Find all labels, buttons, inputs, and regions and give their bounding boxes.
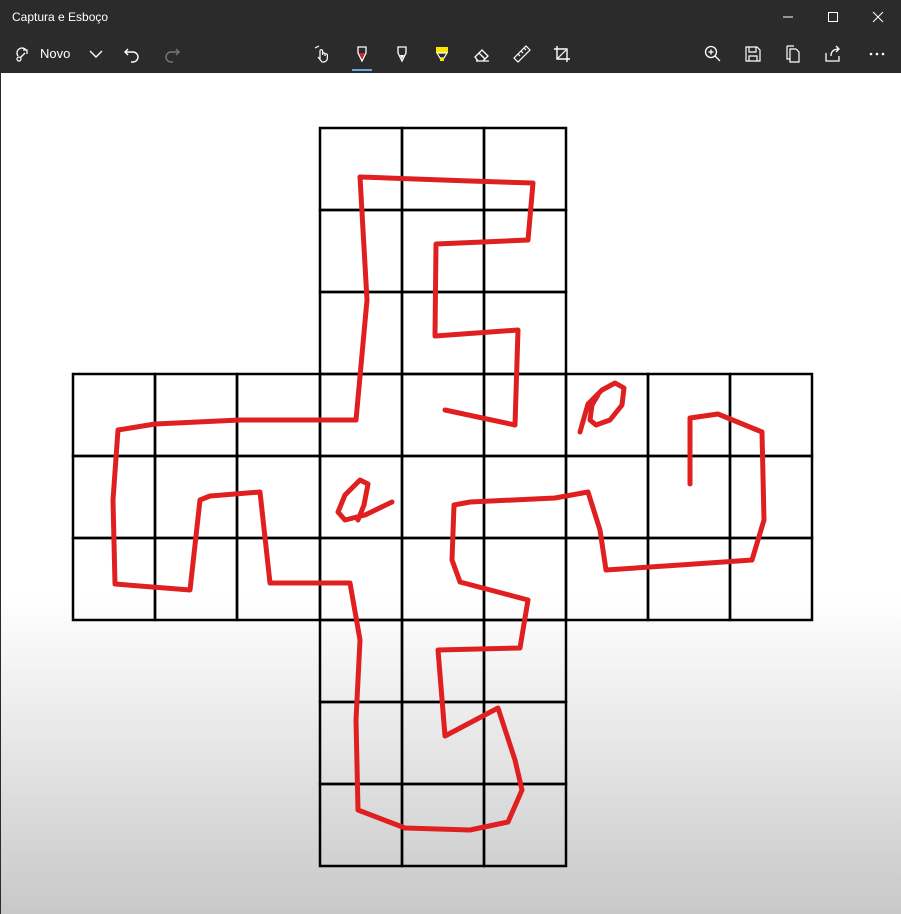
- ballpoint-pen-button[interactable]: [344, 34, 380, 73]
- grid-cell: [482, 700, 568, 786]
- ruler-button[interactable]: [504, 34, 540, 73]
- active-tool-indicator: [352, 69, 372, 71]
- toolbar: Novo: [0, 34, 901, 73]
- grid-cell: [400, 454, 486, 540]
- grid-cell: [400, 126, 486, 212]
- ballpoint-pen-icon: [357, 45, 367, 62]
- grid-cell: [400, 536, 486, 622]
- grid-cell: [728, 454, 814, 540]
- undo-icon: [124, 48, 139, 63]
- ink-scribble-left: [335, 477, 395, 523]
- pencil-icon: [397, 45, 407, 62]
- redo-button[interactable]: [154, 34, 190, 73]
- zoom-icon: [704, 45, 721, 61]
- save-button[interactable]: [735, 34, 771, 73]
- grid-cell: [318, 454, 404, 540]
- ruler-icon: [513, 44, 531, 63]
- maximize-icon: [828, 12, 838, 22]
- copy-icon: [786, 44, 800, 63]
- snip-image: [71, 126, 814, 868]
- grid-cell: [400, 208, 486, 294]
- new-snip-label: Novo: [40, 46, 71, 61]
- grid-cell: [646, 536, 732, 622]
- eraser-button[interactable]: [464, 34, 500, 73]
- touch-writing-button[interactable]: [304, 34, 340, 73]
- grid-cell: [728, 372, 814, 458]
- grid-cell: [728, 536, 814, 622]
- maximize-button[interactable]: [810, 0, 856, 34]
- snip-canvas[interactable]: [1, 73, 901, 914]
- undo-button[interactable]: [114, 34, 150, 73]
- eraser-icon: [474, 48, 489, 62]
- window-title: Captura e Esboço: [12, 10, 109, 24]
- close-icon: [872, 11, 884, 23]
- ink-scribble-right: [577, 380, 627, 435]
- grid-cell: [482, 126, 568, 212]
- grid-cell: [235, 372, 322, 458]
- save-icon: [745, 45, 761, 62]
- snip-sketch-window: Captura e Esboço Novo: [0, 0, 901, 914]
- cross-grid: [71, 126, 814, 868]
- more-button[interactable]: [859, 34, 895, 73]
- touch-writing-icon: [314, 44, 328, 63]
- ink-path-main: [110, 174, 767, 833]
- minimize-icon: [783, 16, 793, 18]
- grid-cell: [235, 536, 322, 622]
- chevron-down-icon: [89, 50, 103, 58]
- redo-icon: [165, 48, 180, 63]
- new-snip-dropdown[interactable]: [78, 34, 114, 73]
- grid-cell: [564, 454, 650, 540]
- new-snip-icon: [16, 46, 28, 62]
- share-icon: [825, 45, 840, 62]
- copy-button[interactable]: [775, 34, 811, 73]
- crop-button[interactable]: [544, 34, 580, 73]
- grid-cell: [400, 782, 486, 868]
- close-button[interactable]: [855, 0, 901, 34]
- zoom-button[interactable]: [695, 34, 731, 73]
- highlighter-button[interactable]: [424, 34, 460, 73]
- grid-cell: [482, 208, 568, 294]
- crop-icon: [554, 45, 570, 62]
- grid-cell: [235, 454, 322, 540]
- red-ink-strokes: [110, 174, 767, 833]
- title-bar: Captura e Esboço: [0, 0, 901, 34]
- grid-cell: [318, 536, 404, 622]
- grid-cell: [71, 372, 157, 458]
- highlighter-icon: [435, 46, 449, 61]
- grid-cell: [318, 700, 404, 786]
- grid-cell: [482, 372, 568, 458]
- pencil-button[interactable]: [384, 34, 420, 73]
- grid-cell: [318, 782, 404, 868]
- share-button[interactable]: [815, 34, 851, 73]
- new-snip-button[interactable]: Novo: [8, 34, 84, 73]
- minimize-button[interactable]: [765, 0, 811, 34]
- more-icon: [869, 52, 885, 55]
- grid-cell: [564, 536, 650, 622]
- grid-cell: [153, 372, 239, 458]
